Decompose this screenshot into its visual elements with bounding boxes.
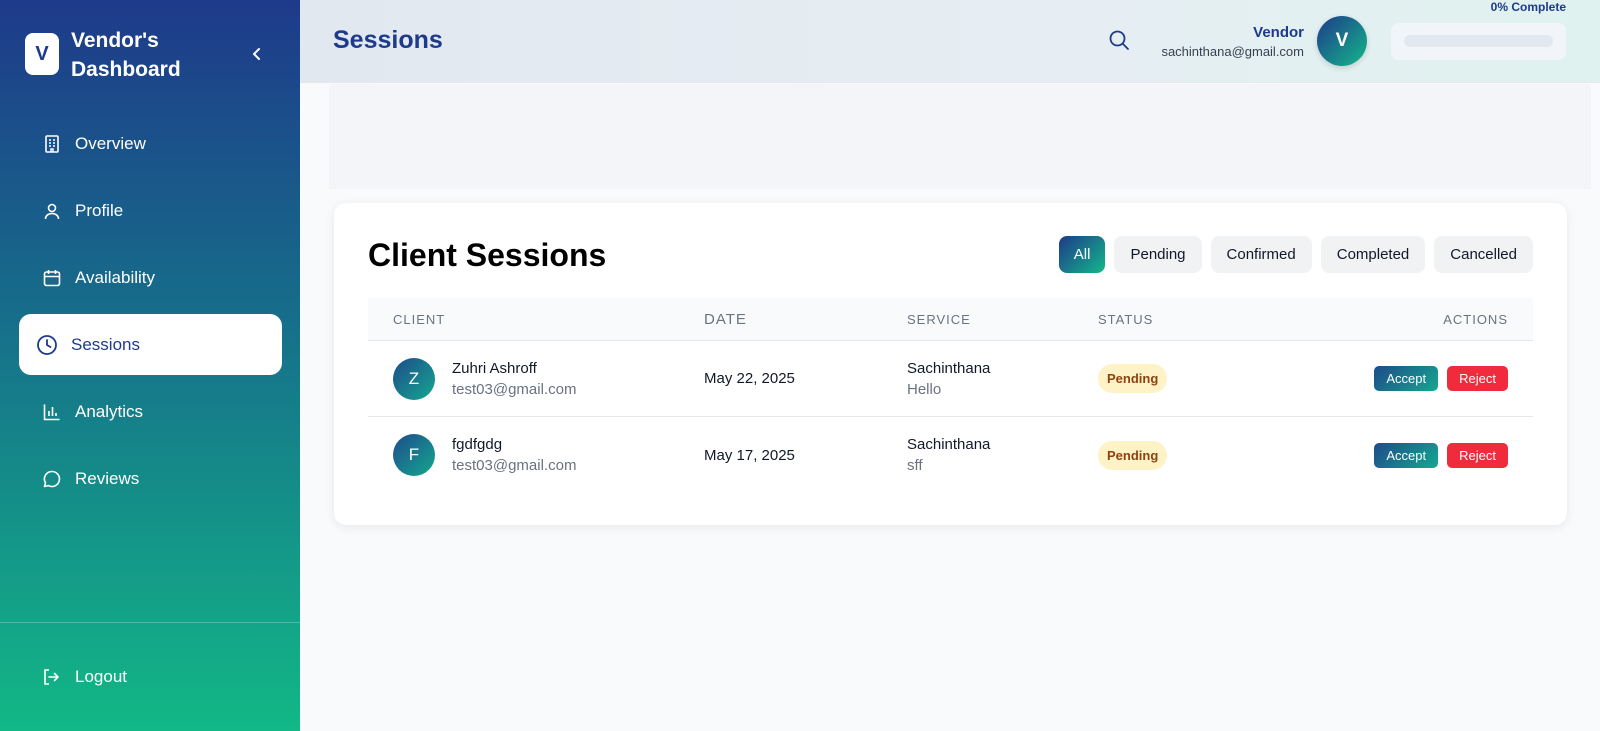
column-header-status: STATUS (1098, 311, 1154, 327)
accept-button[interactable]: Accept (1374, 442, 1439, 468)
table-row: F fgdfgdg test03@gmail.com May 17, 2025 … (368, 417, 1533, 493)
status-filters: All Pending Confirmed Completed Cancelle… (1050, 236, 1533, 273)
chat-bubble-icon (41, 468, 63, 490)
sessions-table: CLIENT DATE SERVICE STATUS ACTIONS Z Zuh… (368, 298, 1533, 493)
logout-icon (41, 666, 63, 688)
filter-confirmed[interactable]: Confirmed (1210, 236, 1312, 273)
sidebar-item-label: Sessions (71, 334, 140, 354)
accept-button[interactable]: Accept (1374, 366, 1439, 391)
brand-title: Vendor's Dashboard (71, 29, 181, 81)
reject-button[interactable]: Reject (1447, 442, 1508, 468)
header: Sessions Vendor sachinthana@gmail.com V … (300, 0, 1600, 83)
table-row: Z Zuhri Ashroff test03@gmail.com May 22,… (368, 341, 1533, 417)
filter-all[interactable]: All (1058, 236, 1106, 273)
service-note: sff (907, 457, 923, 474)
service-note: Hello (907, 380, 942, 398)
sidebar-item-profile[interactable]: Profile (19, 180, 282, 241)
page-title: Sessions (333, 26, 443, 54)
user-email: sachinthana@gmail.com (1161, 44, 1304, 59)
filter-pending[interactable]: Pending (1114, 236, 1202, 273)
client-email: test03@gmail.com (452, 380, 577, 398)
column-header-client: CLIENT (393, 311, 446, 327)
client-name: Zuhri Ashroff (452, 359, 537, 377)
content-banner (329, 84, 1591, 189)
card-title: Client Sessions (368, 237, 607, 273)
status-badge: Pending (1098, 364, 1168, 393)
progress-track (1404, 35, 1553, 47)
table-header: CLIENT DATE SERVICE STATUS ACTIONS (368, 298, 1533, 341)
avatar[interactable]: V (1317, 16, 1367, 66)
column-header-service: SERVICE (907, 311, 971, 327)
sidebar-item-label: Overview (75, 133, 146, 153)
calendar-icon (41, 267, 63, 289)
service-name: Sachinthana (907, 359, 991, 377)
column-header-date: DATE (704, 310, 747, 328)
sidebar-item-label: Profile (75, 200, 124, 220)
user-icon (41, 200, 63, 222)
service-name: Sachinthana (907, 436, 991, 453)
sidebar-item-label: Reviews (75, 468, 140, 488)
search-icon (1109, 30, 1129, 50)
sidebar-item-label: Availability (75, 267, 156, 287)
profile-progress (1391, 23, 1566, 60)
filter-cancelled[interactable]: Cancelled (1434, 236, 1533, 273)
clock-icon (36, 334, 58, 356)
sidebar-divider (0, 622, 300, 623)
sidebar-item-reviews[interactable]: Reviews (19, 448, 282, 509)
session-date: May 17, 2025 (704, 446, 795, 464)
filter-completed[interactable]: Completed (1320, 236, 1426, 273)
session-date: May 22, 2025 (704, 370, 795, 387)
column-header-actions: ACTIONS (1443, 311, 1508, 327)
logout-label: Logout (75, 667, 127, 686)
sidebar-item-sessions[interactable]: Sessions (19, 314, 282, 375)
client-avatar: F (393, 434, 435, 476)
client-avatar: Z (393, 357, 435, 400)
sidebar-item-label: Analytics (75, 401, 144, 421)
progress-label: 0% Complete (1490, 0, 1566, 14)
chevron-left-icon (253, 48, 260, 60)
sidebar: V Vendor's Dashboard Overview Profile Av… (0, 0, 300, 731)
sidebar-nav: Overview Profile Availability Sessions A… (19, 113, 282, 515)
user-info: Vendor sachinthana@gmail.com (1161, 24, 1304, 59)
sidebar-item-analytics[interactable]: Analytics (19, 381, 282, 442)
client-name: fgdfgdg (452, 436, 503, 453)
client-email: test03@gmail.com (452, 457, 577, 474)
user-name: Vendor (1253, 24, 1304, 41)
sidebar-item-overview[interactable]: Overview (19, 113, 282, 174)
logout-button[interactable]: Logout (41, 666, 127, 688)
client-sessions-card: Client Sessions All Pending Confirmed Co… (334, 203, 1567, 525)
status-badge: Pending (1098, 440, 1168, 470)
bar-chart-icon (41, 401, 63, 423)
brand: V Vendor's Dashboard (25, 26, 211, 84)
search-button[interactable] (1108, 29, 1132, 53)
reject-button[interactable]: Reject (1447, 366, 1508, 391)
building-icon (41, 133, 63, 155)
brand-logo: V (25, 33, 59, 75)
sidebar-item-availability[interactable]: Availability (19, 247, 282, 308)
collapse-sidebar-button[interactable] (245, 42, 269, 66)
